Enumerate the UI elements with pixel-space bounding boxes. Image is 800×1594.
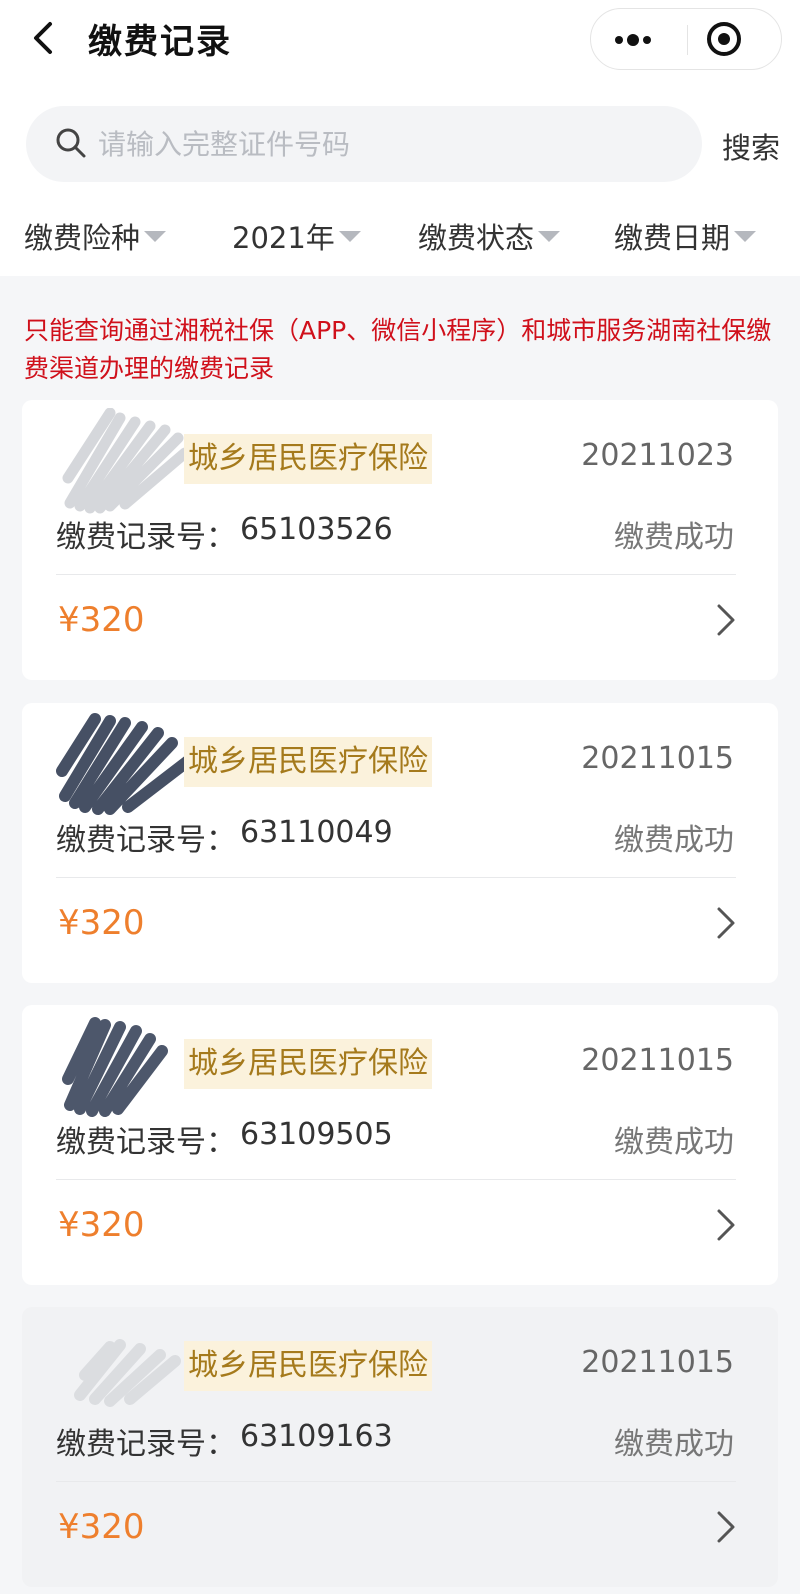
redacted-name [50, 1013, 200, 1123]
record-card[interactable]: 城乡居民医疗保险 20211023 缴费记录号： 65103526 缴费成功 ¥… [22, 400, 778, 680]
search-input[interactable] [98, 120, 678, 168]
record-no-label: 缴费记录号： [56, 823, 236, 858]
card-divider [56, 877, 736, 878]
record-no: 63109505 [240, 1117, 393, 1152]
filter-label: 缴费状态 [418, 221, 535, 255]
filter-label: 缴费日期 [614, 221, 731, 255]
notice-text: 只能查询通过湘税社保（APP、微信小程序）和城市服务湖南社保缴费渠道办理的缴费记… [24, 316, 772, 383]
filter-bar: 缴费险种 2021年 缴费状态 缴费日期 [0, 206, 800, 266]
record-card[interactable]: 城乡居民医疗保险 20211015 缴费记录号： 63110049 缴费成功 ¥… [22, 703, 778, 983]
filter-year[interactable]: 2021年 [232, 206, 361, 266]
record-card[interactable]: 城乡居民医疗保险 20211015 缴费记录号： 63109163 缴费成功 ¥… [22, 1307, 778, 1587]
payment-date: 20211015 [581, 741, 734, 776]
dropdown-triangle-icon [144, 230, 167, 242]
payment-status: 缴费成功 [614, 1125, 734, 1160]
page-title: 缴费记录 [88, 22, 232, 62]
payment-date: 20211015 [581, 1345, 734, 1380]
insurance-type: 城乡居民医疗保险 [184, 434, 432, 484]
insurance-type: 城乡居民医疗保险 [184, 737, 432, 787]
miniprogram-close-icon[interactable] [688, 9, 782, 69]
payment-date: 20211015 [581, 1043, 734, 1078]
payment-amount: ¥320 [58, 1205, 145, 1245]
record-no-label: 缴费记录号： [56, 1125, 236, 1160]
record-no: 63110049 [240, 815, 393, 850]
back-arrow-icon[interactable] [26, 16, 66, 60]
card-divider [56, 574, 736, 575]
search-box[interactable] [26, 106, 702, 182]
payment-amount: ¥320 [58, 903, 145, 943]
dropdown-triangle-icon [734, 230, 757, 242]
redacted-name [50, 407, 200, 518]
payment-amount: ¥320 [58, 600, 145, 640]
filter-insurance-type[interactable]: 缴费险种 [24, 206, 167, 266]
payment-status: 缴费成功 [614, 1427, 734, 1462]
filter-payment-status[interactable]: 缴费状态 [418, 206, 561, 266]
chevron-right-icon[interactable] [714, 1205, 738, 1245]
filter-label: 缴费险种 [24, 221, 141, 255]
insurance-type: 城乡居民医疗保险 [184, 1341, 432, 1391]
chevron-right-icon[interactable] [714, 1507, 738, 1547]
nav-bar: 缴费记录 [0, 0, 800, 80]
record-no: 63109163 [240, 1419, 393, 1454]
dropdown-triangle-icon [538, 230, 561, 242]
card-divider [56, 1481, 736, 1482]
insurance-type: 城乡居民医疗保险 [184, 1039, 432, 1089]
record-no-label: 缴费记录号： [56, 1427, 236, 1462]
payment-status: 缴费成功 [614, 823, 734, 858]
filter-payment-date[interactable]: 缴费日期 [614, 206, 757, 266]
search-icon [54, 126, 88, 160]
chevron-right-icon[interactable] [714, 903, 738, 943]
payment-amount: ¥320 [58, 1507, 145, 1547]
card-divider [56, 1179, 736, 1180]
redacted-name [50, 711, 200, 821]
record-card[interactable]: 城乡居民医疗保险 20211015 缴费记录号： 63109505 缴费成功 ¥… [22, 1005, 778, 1285]
search-button[interactable]: 搜索 [722, 125, 780, 167]
chevron-right-icon[interactable] [714, 600, 738, 640]
filter-label: 2021年 [232, 221, 335, 255]
capsule-menu [590, 8, 782, 70]
payment-status: 缴费成功 [614, 520, 734, 555]
top-panel: 缴费记录 请输入完整证件号码 搜索 缴费险种 2021年 缴费状态 缴费日期 [0, 0, 800, 276]
redacted-name [50, 1315, 200, 1425]
record-no: 65103526 [240, 512, 393, 547]
record-no-label: 缴费记录号： [56, 520, 236, 555]
dropdown-triangle-icon [338, 230, 361, 242]
payment-date: 20211023 [581, 438, 734, 473]
more-dots-icon[interactable] [591, 9, 687, 69]
